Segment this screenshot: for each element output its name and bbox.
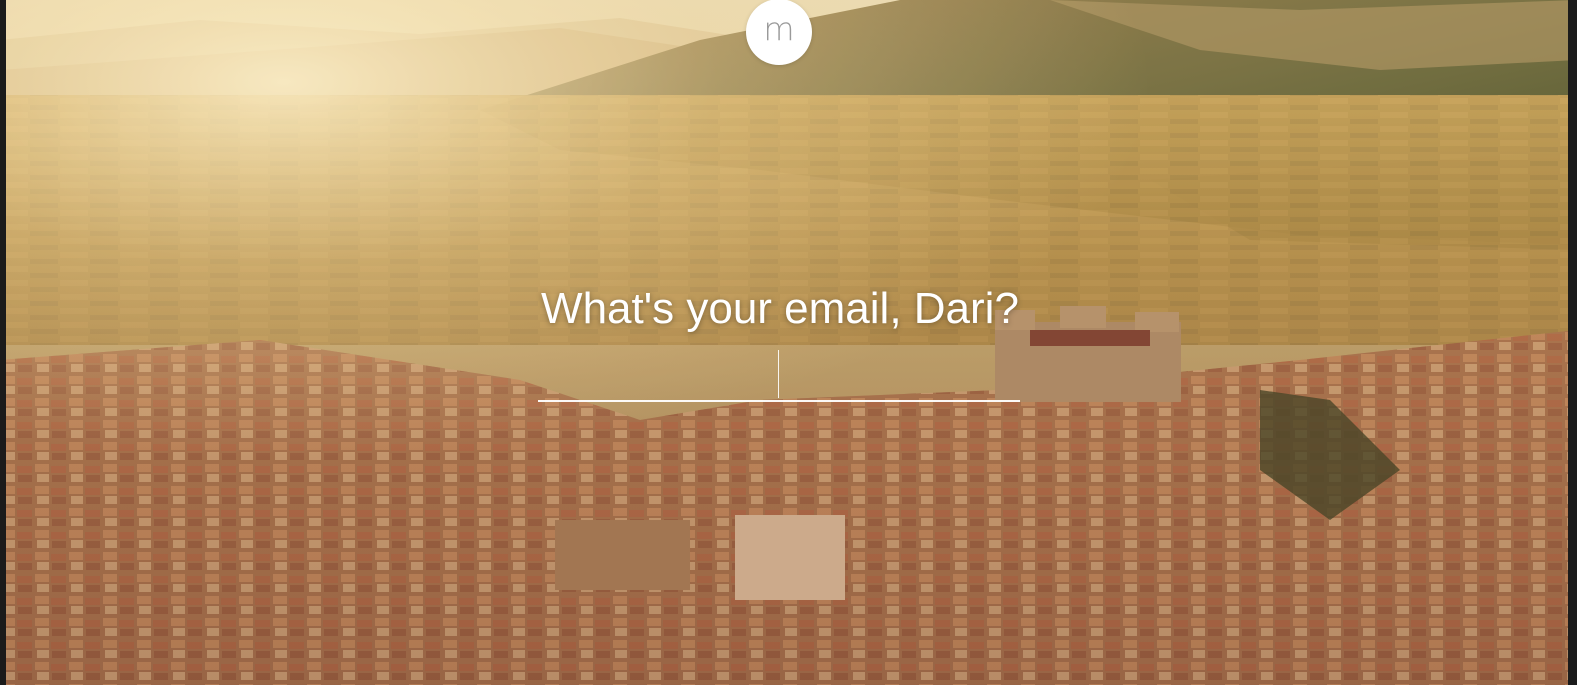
background-photo: [0, 0, 1577, 685]
email-input[interactable]: [538, 344, 1020, 402]
onboarding-screen: m What's your email, Dari?: [0, 0, 1577, 685]
text-cursor: [778, 350, 779, 398]
brand-logo: m: [746, 0, 812, 65]
logo-letter: m: [763, 10, 795, 48]
email-question: What's your email, Dari?: [541, 284, 1019, 333]
window-edge-left: [0, 0, 6, 685]
window-edge-right: [1568, 0, 1577, 685]
